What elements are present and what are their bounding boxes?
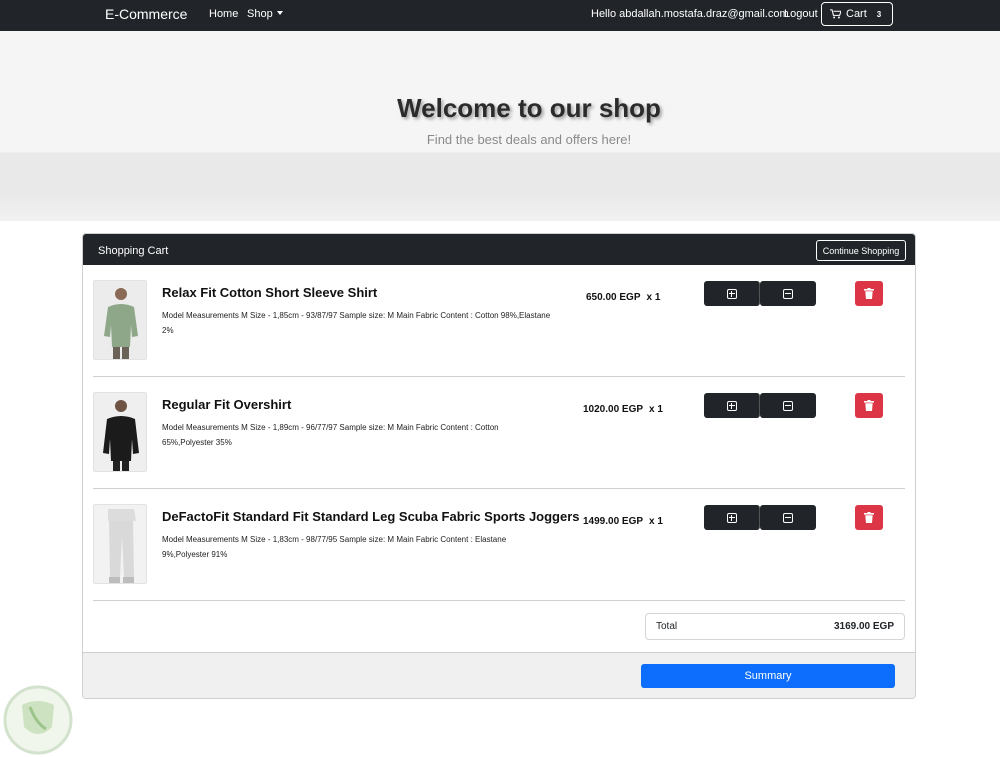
nav-home-link[interactable]: Home: [209, 8, 238, 20]
trash-icon: [864, 512, 874, 523]
watermark-logo: [3, 685, 73, 755]
plus-square-icon: [726, 288, 737, 299]
minus-square-icon: [783, 288, 793, 299]
quantity-value: x 1: [649, 404, 663, 415]
hero-title: Welcome to our shop: [397, 93, 661, 123]
product-price: 1499.00 EGP x 1: [583, 516, 663, 527]
user-greeting: Hello abdallah.mostafa.draz@gmail.com: [591, 8, 789, 20]
increase-quantity-button[interactable]: [704, 281, 760, 306]
cart-footer: Summary: [83, 652, 915, 698]
increase-quantity-button[interactable]: [704, 393, 760, 418]
cart-count-badge: 3: [876, 9, 882, 19]
quantity-value: x 1: [649, 516, 663, 527]
product-name[interactable]: Regular Fit Overshirt: [162, 397, 291, 412]
hero-banner: Welcome to our shop Find the best deals …: [0, 31, 1000, 221]
minus-square-icon: [783, 512, 793, 523]
product-image: [93, 504, 147, 584]
delete-item-button[interactable]: [855, 505, 883, 530]
product-image: [93, 392, 147, 472]
product-description: Model Measurements M Size - 1,83cm - 98/…: [162, 535, 507, 559]
continue-shopping-button[interactable]: Continue Shopping: [816, 240, 906, 261]
total-box: Total 3169.00 EGP: [645, 613, 905, 640]
trash-icon: [864, 288, 874, 299]
plus-square-icon: [726, 512, 737, 523]
product-description: Model Measurements M Size - 1,89cm - 96/…: [162, 423, 499, 447]
nav-shop-label: Shop: [247, 8, 273, 20]
increase-quantity-button[interactable]: [704, 505, 760, 530]
logout-link[interactable]: Logout: [784, 8, 818, 20]
quantity-controls: [704, 393, 816, 418]
price-value: 650.00 EGP: [586, 292, 641, 303]
plus-square-icon: [726, 400, 737, 411]
product-name[interactable]: Relax Fit Cotton Short Sleeve Shirt: [162, 285, 377, 300]
cart-title: Shopping Cart: [98, 245, 169, 257]
summary-button[interactable]: Summary: [641, 664, 895, 688]
hero-subtitle: Find the best deals and offers here!: [426, 132, 632, 147]
trash-icon: [864, 400, 874, 411]
product-price: 650.00 EGP x 1: [586, 292, 660, 303]
quantity-controls: [704, 505, 816, 530]
brand-link[interactable]: E-Commerce: [105, 6, 187, 22]
decrease-quantity-button[interactable]: [760, 281, 816, 306]
product-description: Model Measurements M Size - 1,85cm - 93/…: [162, 311, 551, 335]
quantity-value: x 1: [646, 292, 661, 303]
cart-item: DeFactoFit Standard Fit Standard Leg Scu…: [83, 489, 915, 601]
cart-item: Relax Fit Cotton Short Sleeve Shirt Mode…: [83, 265, 915, 377]
decrease-quantity-button[interactable]: [760, 505, 816, 530]
total-value: 3169.00 EGP: [833, 621, 894, 632]
top-navbar: E-Commerce Home Shop Hello abdallah.most…: [0, 0, 1000, 31]
item-divider: [93, 600, 905, 601]
total-label: Total: [656, 621, 678, 632]
price-value: 1499.00 EGP: [583, 516, 644, 527]
product-image: [93, 280, 147, 360]
cart-button[interactable]: Cart 3: [821, 2, 893, 26]
shopping-cart-card: Shopping Cart Continue Shopping Relax Fi…: [82, 233, 916, 699]
caret-down-icon: [276, 11, 283, 15]
decrease-quantity-button[interactable]: [760, 393, 816, 418]
price-value: 1020.00 EGP: [583, 404, 644, 415]
product-name[interactable]: DeFactoFit Standard Fit Standard Leg Scu…: [162, 509, 580, 524]
cart-label: Cart: [846, 8, 867, 20]
minus-square-icon: [783, 400, 793, 411]
cart-item: Regular Fit Overshirt Model Measurements…: [83, 377, 915, 489]
delete-item-button[interactable]: [855, 281, 883, 306]
delete-item-button[interactable]: [855, 393, 883, 418]
quantity-controls: [704, 281, 816, 306]
nav-shop-dropdown[interactable]: Shop: [247, 8, 283, 20]
cart-header: Shopping Cart Continue Shopping: [83, 234, 915, 265]
cart-icon: [830, 9, 841, 19]
product-price: 1020.00 EGP x 1: [583, 404, 663, 415]
